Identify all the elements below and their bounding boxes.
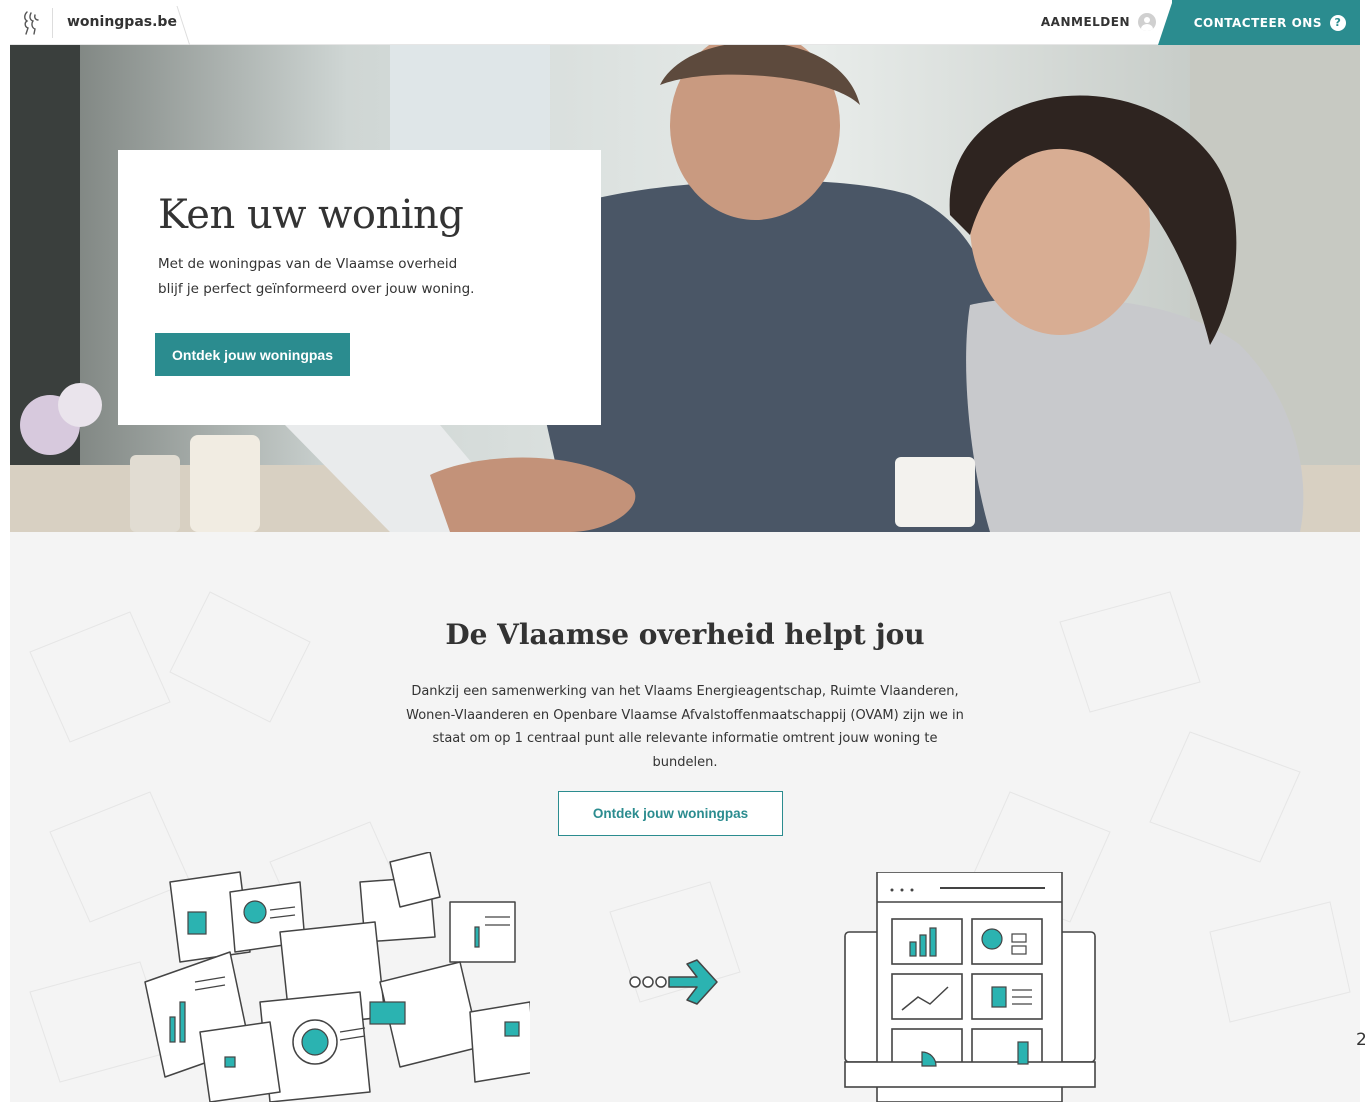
section-cta-button[interactable]: Ontdek jouw woningpas	[558, 791, 783, 836]
hero-title: Ken uw woning	[158, 192, 464, 238]
hero-cta-button[interactable]: Ontdek jouw woningpas	[155, 333, 350, 376]
hero-text: Met de woningpas van de Vlaamse overheid…	[158, 252, 518, 302]
hero-text-line2: blijf je perfect geïnformeerd over jouw …	[158, 281, 475, 297]
lion-icon	[24, 10, 39, 35]
section-title: De Vlaamse overheid helpt jou	[445, 618, 925, 651]
info-section: De Vlaamse overheid helpt jou Dankzij ee…	[10, 532, 1360, 1102]
arrow-right-icon	[629, 959, 718, 1005]
hero-banner: Ken uw woning Met de woningpas van de Vl…	[10, 45, 1360, 532]
page-number: 2	[1356, 1030, 1365, 1050]
login-button[interactable]: AANMELDEN	[1041, 13, 1156, 31]
user-avatar-icon	[1138, 13, 1156, 31]
contact-label: CONTACTEER ONS	[1193, 15, 1322, 30]
site-name[interactable]: woningpas.be	[67, 14, 177, 30]
hero-card: Ken uw woning Met de woningpas van de Vl…	[118, 150, 601, 425]
login-label: AANMELDEN	[1040, 15, 1130, 29]
dashboard-illustration	[844, 872, 1096, 1102]
scattered-documents-illustration	[144, 852, 530, 1102]
vlaanderen-lion-logo[interactable]	[10, 0, 52, 45]
site-header: woningpas.be AANMELDEN CONTACTEER ONS ?	[10, 0, 1360, 46]
contact-button[interactable]: CONTACTEER ONS ?	[1158, 0, 1360, 45]
section-text: Dankzij een samenwerking van het Vlaams …	[406, 684, 964, 770]
help-icon: ?	[1330, 14, 1346, 31]
hero-text-line1: Met de woningpas van de Vlaamse overheid	[158, 256, 458, 272]
logo-divider	[52, 8, 53, 38]
